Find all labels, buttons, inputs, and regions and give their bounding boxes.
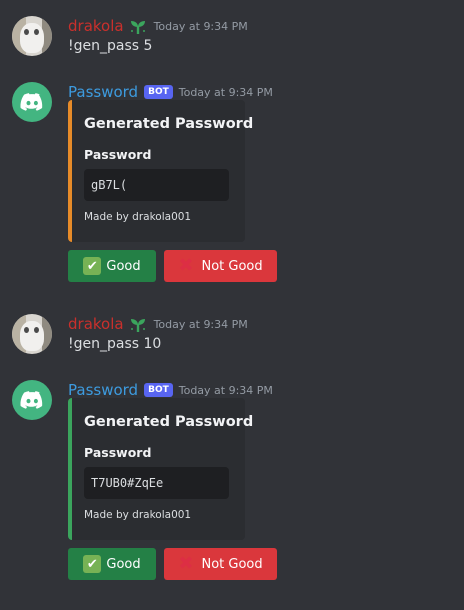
good-button-label: Good — [106, 258, 141, 274]
message-header: drakola Today at 9:34 PM — [68, 16, 248, 36]
embed-field-name: Password — [84, 147, 152, 162]
cross-mark-icon: ✖ — [178, 553, 194, 574]
password-code-block: gB7L( — [84, 169, 229, 201]
embed-footer: Made by drakola001 — [84, 211, 192, 223]
bot-avatar[interactable] — [12, 380, 52, 420]
sprout-icon — [128, 17, 148, 35]
message-content: !gen_pass 10 — [68, 336, 162, 352]
not-good-button-label: Not Good — [201, 258, 263, 274]
embed-title: Generated Password — [84, 414, 254, 430]
good-button-label: Good — [106, 556, 141, 572]
discord-logo-icon — [20, 391, 43, 409]
username[interactable]: drakola — [68, 315, 124, 333]
bot-tag: BOT — [144, 383, 173, 397]
check-mark-icon: ✔ — [83, 555, 102, 573]
bot-username[interactable]: Password — [68, 381, 138, 399]
not-good-button[interactable]: ✖ Not Good — [164, 250, 277, 282]
timestamp: Today at 9:34 PM — [178, 383, 273, 397]
bot-avatar[interactable] — [12, 82, 52, 122]
not-good-button[interactable]: ✖ Not Good — [164, 548, 277, 580]
user-avatar[interactable] — [12, 314, 52, 354]
timestamp: Today at 9:34 PM — [153, 19, 248, 33]
message-header: drakola Today at 9:34 PM — [68, 314, 248, 334]
embed-title: Generated Password — [84, 116, 254, 132]
timestamp: Today at 9:34 PM — [153, 317, 248, 331]
good-button[interactable]: ✔ Good — [68, 250, 156, 282]
username[interactable]: drakola — [68, 17, 124, 35]
bot-tag: BOT — [144, 85, 173, 99]
message-content: !gen_pass 5 — [68, 38, 153, 54]
not-good-button-label: Not Good — [201, 556, 263, 572]
embed-footer: Made by drakola001 — [84, 509, 192, 521]
discord-logo-icon — [20, 93, 43, 111]
password-code-block: T7UB0#ZqEe — [84, 467, 229, 499]
embed: Generated Password Password T7UB0#ZqEe M… — [68, 398, 253, 540]
good-button[interactable]: ✔ Good — [68, 548, 156, 580]
bot-username[interactable]: Password — [68, 83, 138, 101]
cross-mark-icon: ✖ — [178, 255, 194, 276]
user-avatar[interactable] — [12, 16, 52, 56]
embed: Generated Password Password gB7L( Made b… — [68, 100, 253, 242]
timestamp: Today at 9:34 PM — [178, 85, 273, 99]
message-header: Password BOT Today at 9:34 PM — [68, 380, 273, 400]
message-header: Password BOT Today at 9:34 PM — [68, 82, 273, 102]
sprout-icon — [128, 315, 148, 333]
check-mark-icon: ✔ — [83, 257, 102, 275]
embed-field-name: Password — [84, 445, 152, 460]
